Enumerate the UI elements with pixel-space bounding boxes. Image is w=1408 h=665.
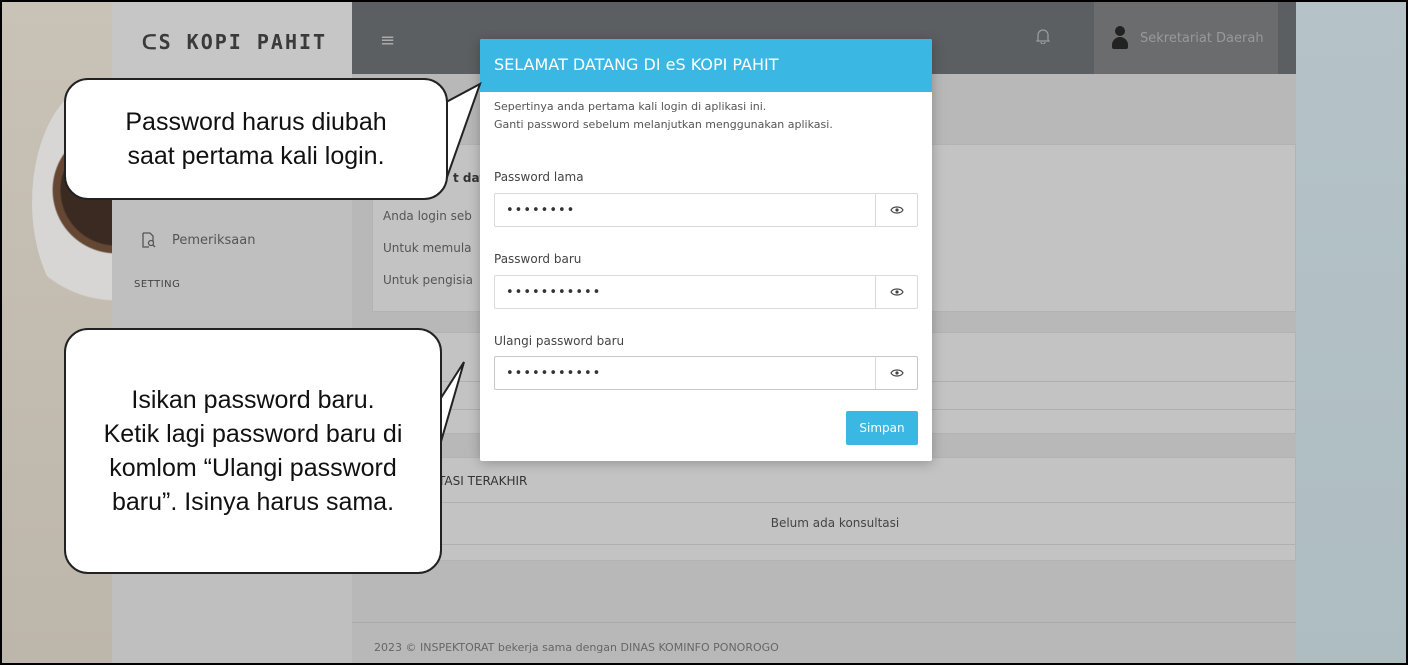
brand-logo: ᑕS KOPI PAHIT bbox=[142, 30, 328, 54]
new-password-input[interactable] bbox=[495, 276, 875, 308]
modal-title: SELAMAT DATANG DI eS KOPI PAHIT bbox=[480, 39, 932, 92]
save-button[interactable]: Simpan bbox=[846, 411, 918, 445]
callout-first-login: Password harus diubah saat pertama kali … bbox=[64, 78, 448, 200]
screenshot-frame: ᑕS KOPI PAHIT Pemeriksaan SETTING ≡ Sekr… bbox=[0, 0, 1408, 665]
modal-body: Sepertinya anda pertama kali login di ap… bbox=[494, 92, 918, 390]
old-password-group bbox=[494, 193, 918, 227]
old-password-input[interactable] bbox=[495, 194, 875, 226]
intro-line: Sepertinya anda pertama kali login di ap… bbox=[494, 100, 767, 113]
confirm-password-label: Ulangi password baru bbox=[494, 334, 625, 348]
empty-state-text: Belum ada konsultasi bbox=[770, 516, 900, 530]
divider bbox=[373, 502, 1295, 503]
avatar bbox=[1112, 26, 1128, 50]
sidebar-item-pemeriksaan[interactable]: Pemeriksaan bbox=[140, 232, 255, 248]
eye-icon[interactable] bbox=[875, 276, 917, 308]
footer: 2023 © INSPEKTORAT bekerja sama dengan D… bbox=[352, 622, 1296, 663]
intro-line: Ganti password sebelum melanjutkan mengg… bbox=[494, 118, 833, 131]
confirm-password-group bbox=[494, 356, 918, 390]
change-password-modal: SELAMAT DATANG DI eS KOPI PAHIT Sepertin… bbox=[480, 39, 932, 461]
confirm-password-input[interactable] bbox=[495, 357, 875, 389]
callout-text: Password harus diubah saat pertama kali … bbox=[125, 108, 387, 170]
user-name: Sekretariat Daerah bbox=[1140, 30, 1264, 46]
sidebar-item-label: Pemeriksaan bbox=[172, 232, 256, 248]
new-password-group bbox=[494, 275, 918, 309]
brand[interactable]: ᑕS KOPI PAHIT bbox=[112, 2, 352, 82]
old-password-label: Password lama bbox=[494, 170, 584, 184]
callout-new-password: Isikan password baru. Ketik lagi passwor… bbox=[64, 328, 442, 574]
recent-consultation-card: LTASI TERAKHIR Belum ada konsultasi bbox=[372, 457, 1296, 561]
callout-text: Isikan password baru. Ketik lagi passwor… bbox=[103, 386, 403, 516]
card-title: LTASI TERAKHIR bbox=[433, 474, 528, 488]
new-password-label: Password baru bbox=[494, 252, 582, 266]
background-right-photo bbox=[1296, 2, 1406, 663]
card-text-line: Untuk memula bbox=[383, 241, 472, 255]
eye-icon[interactable] bbox=[875, 357, 917, 389]
user-menu[interactable]: Sekretariat Daerah bbox=[1094, 2, 1278, 74]
card-text-line: Anda login seb bbox=[383, 209, 472, 223]
modal-intro: Sepertinya anda pertama kali login di ap… bbox=[494, 98, 918, 134]
divider bbox=[373, 544, 1295, 545]
hamburger-icon[interactable]: ≡ bbox=[380, 30, 395, 51]
eye-icon[interactable] bbox=[875, 194, 917, 226]
bell-icon[interactable] bbox=[1035, 28, 1051, 48]
sidebar-heading-setting: SETTING bbox=[134, 279, 181, 290]
document-search-icon bbox=[140, 232, 156, 248]
card-text-line: Untuk pengisia bbox=[383, 273, 473, 287]
